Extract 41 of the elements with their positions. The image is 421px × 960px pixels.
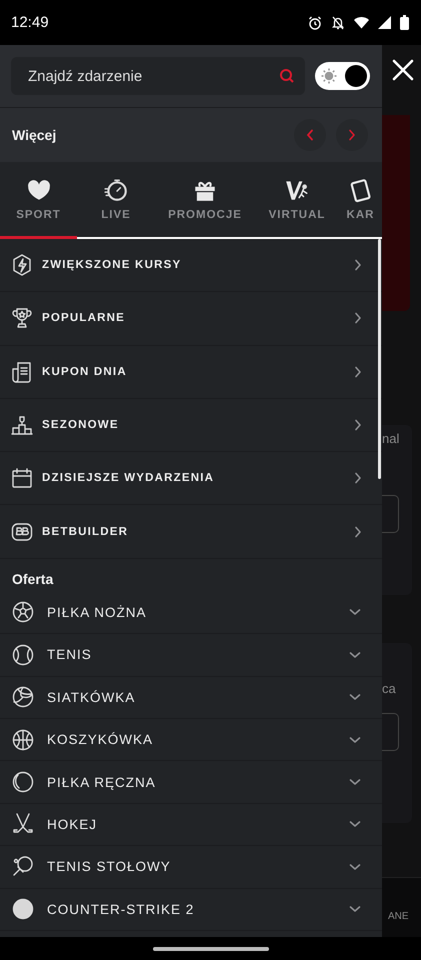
partial-text: ANE [388,911,409,922]
calendar-icon [10,466,34,490]
category-tab[interactable]: KAR [339,162,382,239]
signal-icon [378,16,391,29]
alarm-icon [308,16,322,30]
search-icon [279,68,295,84]
sport-item[interactable]: PIŁKA RĘCZNA [0,761,382,804]
trophy-icon [10,306,34,330]
close-icon[interactable] [390,57,416,83]
category-tab[interactable]: VIRTUAL [255,162,339,239]
handball-icon [11,770,35,794]
football-icon [11,600,35,624]
odds-box [382,495,399,533]
game-icon [11,897,35,922]
volleyball-icon [11,685,35,710]
battery-icon [400,15,409,30]
sport-item[interactable]: HOKEJ [0,804,382,846]
section-title: Więcej [12,127,58,143]
partial-text: nal [382,431,400,446]
odds-box [382,713,399,751]
sport-item[interactable]: TENIS STOŁOWY [0,846,382,889]
sun-icon [321,68,337,84]
sport-item[interactable]: COUNTER-STRIKE 2 [0,888,382,931]
sport-item[interactable]: TENIS [0,634,382,677]
search-field[interactable]: Znajdź zdarzenie [11,57,305,95]
clock-time: 12:49 [11,14,49,31]
sport-item[interactable]: PIŁKA NOŻNA [0,592,382,634]
category-tab[interactable]: PROMOCJE [155,162,255,239]
category-tab[interactable]: SPORT [0,162,77,239]
sport-item[interactable]: SIATKÓWKA [0,676,382,719]
tennis-ball-icon [11,642,35,667]
stopwatch-icon [103,177,129,203]
partial-text: ca [382,681,396,696]
wifi-icon [354,16,369,29]
category-tab[interactable]: LIVE [77,162,155,239]
section-title: Oferta [11,570,54,589]
bell-muted-icon [331,16,345,30]
menu-item[interactable]: BETBUILDER [0,505,382,559]
sport-item[interactable]: KOSZYKÓWKA [0,718,382,762]
theme-toggle[interactable] [315,62,370,90]
basketball-icon [11,728,35,752]
